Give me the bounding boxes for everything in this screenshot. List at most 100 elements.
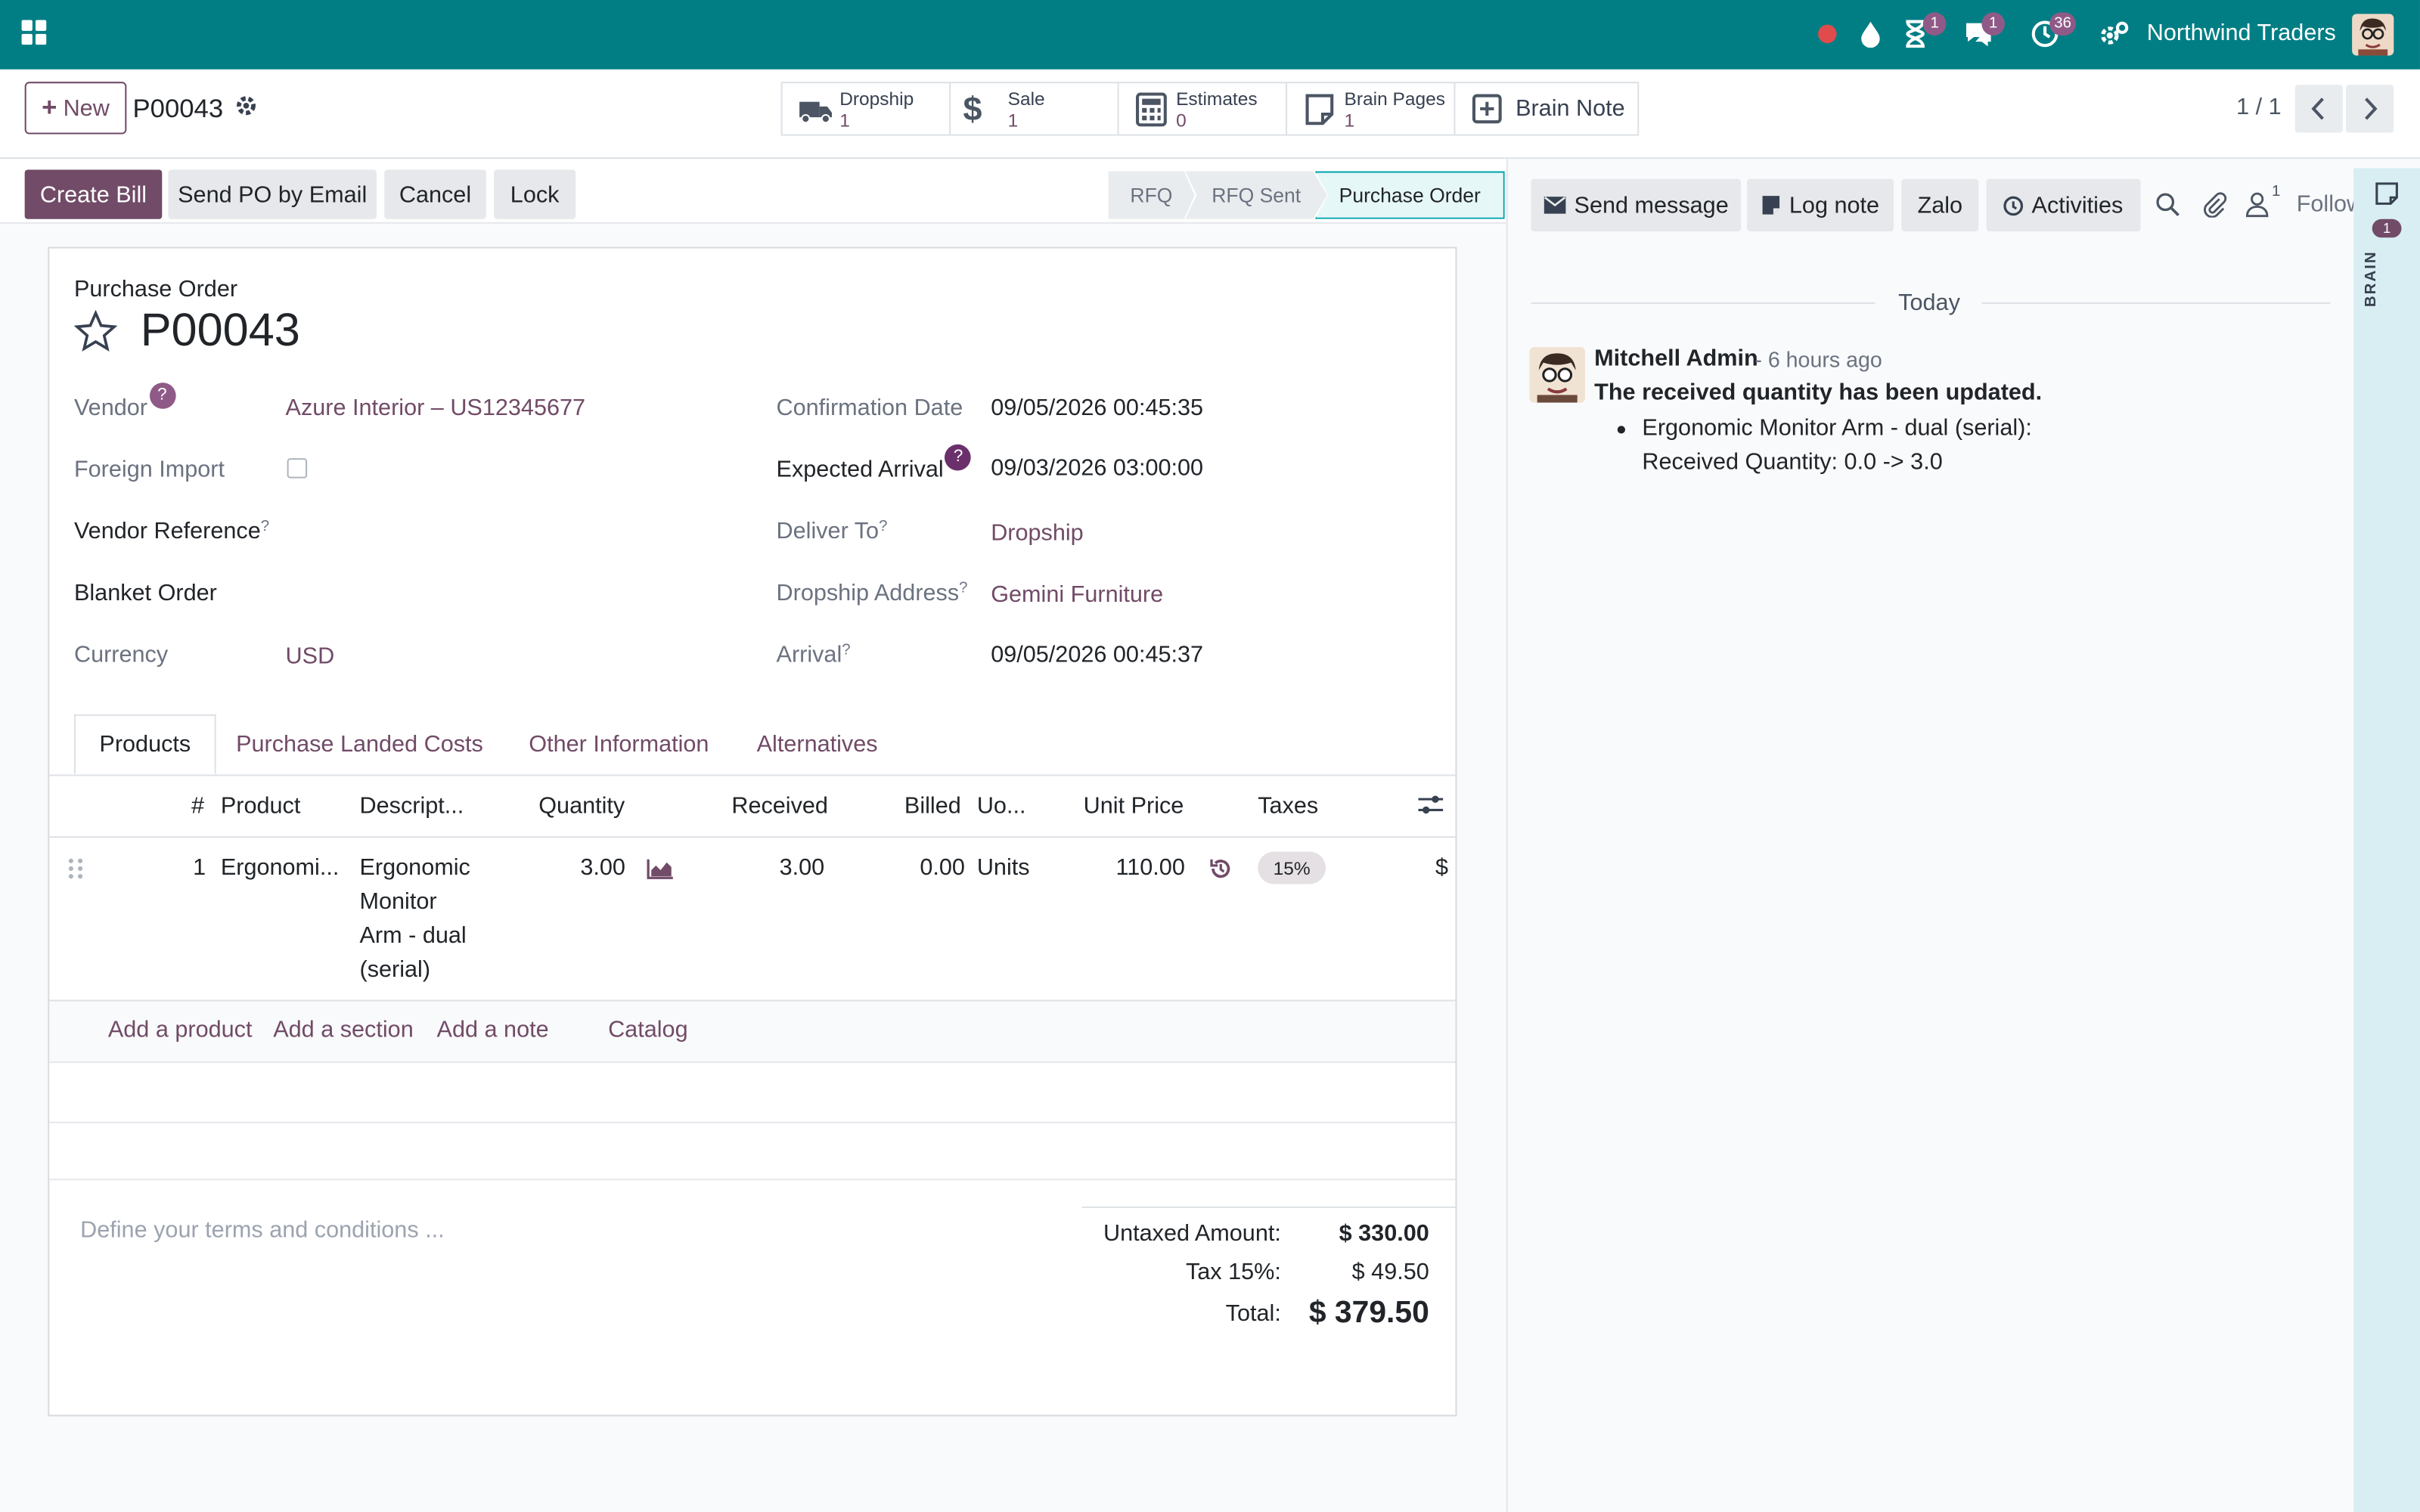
- tab-other-information[interactable]: Other Information: [511, 714, 728, 775]
- col-unit-price[interactable]: Unit Price: [1084, 793, 1184, 820]
- pager-value[interactable]: 1 / 1: [2236, 94, 2282, 120]
- empty-row: [49, 1121, 1456, 1181]
- row-description-2[interactable]: Monitor: [360, 889, 437, 916]
- follow-button[interactable]: Follow: [2297, 191, 2354, 218]
- date-divider-right: [1981, 302, 2331, 305]
- row-unit-price[interactable]: 110.00: [1115, 855, 1184, 881]
- col-product[interactable]: Product: [221, 793, 301, 820]
- gear-icon[interactable]: [234, 94, 259, 119]
- row-received[interactable]: 3.00: [780, 855, 825, 881]
- row-product[interactable]: Ergonomi...: [221, 855, 340, 881]
- bullet-dot: [1617, 426, 1625, 434]
- paperclip-icon[interactable]: [2201, 191, 2227, 218]
- author-avatar[interactable]: [1529, 347, 1585, 403]
- col-description[interactable]: Descript...: [360, 793, 464, 820]
- smart-button-estimates[interactable]: Estimates 0: [1117, 82, 1288, 136]
- lock-button[interactable]: Lock: [494, 169, 576, 219]
- pager-next[interactable]: [2346, 85, 2394, 133]
- company-switcher[interactable]: Northwind Traders: [2147, 20, 2336, 47]
- zalo-button[interactable]: Zalo: [1901, 178, 1979, 232]
- record-dot-icon[interactable]: [1818, 24, 1837, 44]
- send-po-email-button[interactable]: Send PO by Email: [168, 169, 377, 219]
- log-note-button[interactable]: Log note: [1747, 178, 1894, 232]
- catalog-link[interactable]: Catalog: [608, 1017, 688, 1043]
- plus-icon: +: [42, 92, 57, 122]
- foreign-import-checkbox[interactable]: [287, 458, 308, 479]
- drop-icon[interactable]: [1858, 20, 1889, 51]
- row-description-1[interactable]: Ergonomic: [360, 855, 470, 881]
- expected-arrival-help-icon[interactable]: ?: [945, 444, 972, 471]
- total-value: $ 379.50: [1308, 1296, 1429, 1331]
- add-line-row: [49, 1001, 1456, 1062]
- note-icon: [1302, 92, 1339, 126]
- col-uom[interactable]: Uo...: [977, 793, 1026, 820]
- chevron-left-icon: [2311, 98, 2324, 120]
- add-note-link[interactable]: Add a note: [437, 1017, 549, 1043]
- top-navbar: 1 1 36 Northwind Traders: [0, 0, 2420, 70]
- add-product-link[interactable]: Add a product: [108, 1017, 253, 1043]
- settings-icon[interactable]: [2099, 20, 2130, 51]
- search-icon[interactable]: [2155, 191, 2181, 218]
- stage-purchase-order[interactable]: Purchase Order: [1314, 171, 1505, 219]
- chat-icon[interactable]: 1: [1963, 12, 2005, 51]
- note-icon[interactable]: [2374, 181, 2400, 207]
- activities-button[interactable]: Activities: [1986, 178, 2141, 232]
- tracking-field: Ergonomic Monitor Arm - dual (serial):: [1642, 414, 2032, 442]
- tab-landed-costs[interactable]: Purchase Landed Costs: [222, 714, 497, 775]
- send-message-button[interactable]: Send message: [1531, 178, 1742, 232]
- stage-rfq[interactable]: RFQ: [1108, 171, 1195, 219]
- tab-products[interactable]: Products: [73, 714, 216, 775]
- col-taxes[interactable]: Taxes: [1258, 793, 1318, 820]
- create-bill-button[interactable]: Create Bill: [24, 169, 163, 219]
- pager-previous[interactable]: [2294, 85, 2343, 133]
- expected-arrival-field[interactable]: 09/03/2026 03:00:00: [991, 455, 1203, 482]
- brain-sidebar[interactable]: 1 BRAIN: [2353, 168, 2420, 1512]
- arrival-field[interactable]: 09/05/2026 00:45:37: [991, 642, 1203, 668]
- clock-icon: [2004, 195, 2024, 215]
- new-button[interactable]: + New: [24, 82, 127, 135]
- terms-conditions-input[interactable]: Define your terms and conditions ...: [80, 1217, 445, 1244]
- favorite-star-icon[interactable]: [73, 309, 118, 353]
- smart-button-brain-pages[interactable]: Brain Pages 1: [1285, 82, 1456, 136]
- vendor-label: Vendor?: [74, 383, 175, 421]
- date-divider-label: Today: [1898, 290, 1960, 317]
- col-billed[interactable]: Billed: [904, 793, 961, 820]
- dropship-address-field[interactable]: Gemini Furniture: [991, 581, 1163, 608]
- vendor-field[interactable]: Azure Interior – US12345677: [286, 395, 586, 421]
- col-quantity[interactable]: Quantity: [538, 793, 625, 820]
- tab-alternatives[interactable]: Alternatives: [740, 714, 895, 775]
- message-author[interactable]: Mitchell Admin: [1594, 345, 1758, 372]
- price-history-icon[interactable]: [1208, 857, 1233, 881]
- smart-button-sale[interactable]: $ Sale 1: [949, 82, 1119, 136]
- vendor-help-icon[interactable]: ?: [149, 383, 175, 409]
- tax-label: Tax 15%:: [1185, 1259, 1281, 1285]
- smart-button-brain-note[interactable]: Brain Note: [1454, 82, 1640, 136]
- currency-field[interactable]: USD: [286, 643, 335, 670]
- row-number: 1: [193, 854, 206, 881]
- confirmation-date-field[interactable]: 09/05/2026 00:45:35: [991, 395, 1203, 421]
- forecast-chart-icon[interactable]: [647, 858, 675, 880]
- row-description-3[interactable]: Arm - dual: [360, 922, 467, 949]
- brain-badge: 1: [2372, 218, 2402, 238]
- smart-button-dropship[interactable]: Dropship 1: [780, 82, 951, 136]
- stage-rfq-sent[interactable]: RFQ Sent: [1185, 171, 1328, 219]
- hourglass-icon[interactable]: 1: [1904, 12, 1947, 51]
- followers-icon[interactable]: 1: [2245, 184, 2280, 218]
- row-quantity[interactable]: 3.00: [580, 855, 625, 881]
- row-description-4[interactable]: (serial): [360, 956, 431, 983]
- tax-tag[interactable]: 15%: [1258, 851, 1326, 885]
- col-received[interactable]: Received: [731, 793, 828, 820]
- clock-icon[interactable]: 36: [2031, 12, 2077, 51]
- row-uom[interactable]: Units: [977, 855, 1030, 881]
- dollar-icon: $: [963, 89, 982, 129]
- drag-handle-icon[interactable]: [68, 858, 83, 880]
- arrival-label: Arrival?: [776, 641, 851, 668]
- column-settings-icon[interactable]: [1416, 793, 1444, 818]
- apps-menu-icon[interactable]: [21, 20, 50, 48]
- blanket-order-label: Blanket Order: [73, 580, 217, 607]
- cancel-button[interactable]: Cancel: [384, 169, 486, 219]
- deliver-to-field[interactable]: Dropship: [991, 520, 1084, 547]
- tax-value: $ 49.50: [1351, 1259, 1429, 1285]
- add-section-link[interactable]: Add a section: [273, 1017, 414, 1043]
- user-avatar[interactable]: [2352, 14, 2394, 56]
